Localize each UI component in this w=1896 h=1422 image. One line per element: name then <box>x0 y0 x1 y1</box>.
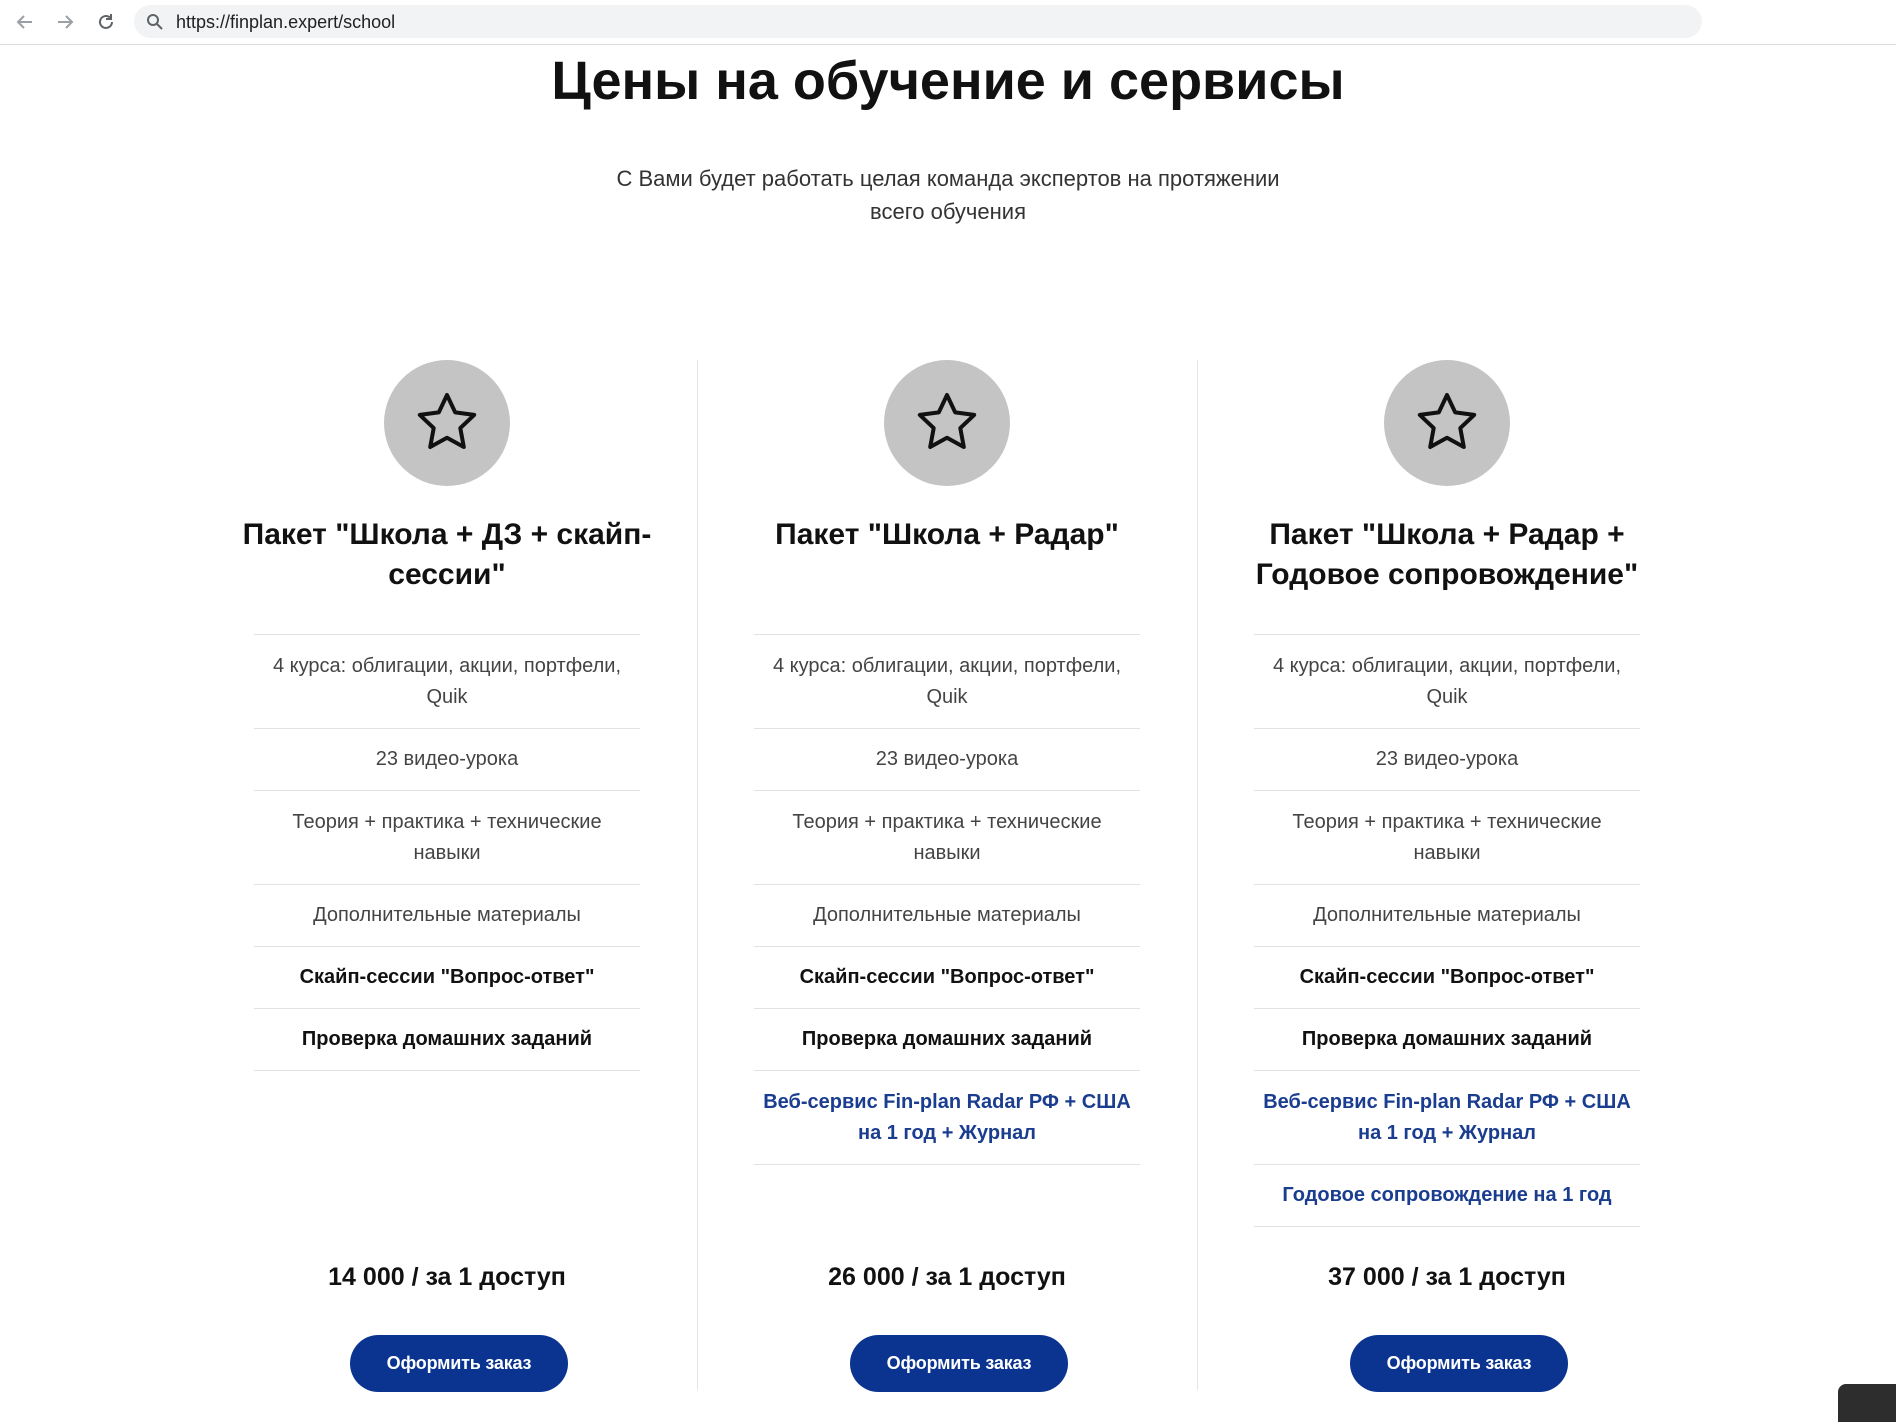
back-button[interactable] <box>11 8 39 36</box>
forward-button[interactable] <box>51 8 79 36</box>
star-icon <box>917 393 977 449</box>
url-text: https://finplan.expert/school <box>176 12 396 32</box>
plan-icon-circle <box>1384 360 1510 486</box>
feature-item-radar-service: Веб-сервис Fin-plan Radar РФ + США на 1 … <box>754 1071 1140 1165</box>
search-icon <box>147 14 163 30</box>
feature-item: Дополнительные материалы <box>1254 885 1640 947</box>
feature-item: Скайп-сессии "Вопрос-ответ" <box>1254 947 1640 1009</box>
feature-item: 23 видео-урока <box>1254 729 1640 791</box>
order-button[interactable]: Оформить заказ <box>850 1335 1068 1392</box>
plan-title: Пакет "Школа + Радар + Годовое сопровожд… <box>1255 518 1639 591</box>
plan-card-school-radar-annual: Пакет "Школа + Радар + Годовое сопровожд… <box>1197 360 1697 1422</box>
feature-item: Теория + практика + технические навыки <box>254 791 640 885</box>
star-icon <box>1417 393 1477 449</box>
page-title: Цены на обучение и сервисы <box>551 51 1345 111</box>
feature-item: 4 курса: облигации, акции, портфели, Qui… <box>1254 635 1640 729</box>
feature-item: Дополнительные материалы <box>254 885 640 947</box>
feature-item: Теория + практика + технические навыки <box>754 791 1140 885</box>
reload-icon <box>99 14 113 29</box>
feature-item: Скайп-сессии "Вопрос-ответ" <box>254 947 640 1009</box>
order-button[interactable]: Оформить заказ <box>350 1335 568 1392</box>
plan-price: 14 000 / за 1 доступ <box>328 1263 566 1291</box>
order-button[interactable]: Оформить заказ <box>1350 1335 1568 1392</box>
plan-title: Пакет "Школа + ДЗ + скайп-сессии" <box>242 518 652 591</box>
feature-item-annual-support: Годовое сопровождение на 1 год <box>1254 1165 1640 1227</box>
feature-item: 4 курса: облигации, акции, портфели, Qui… <box>254 635 640 729</box>
star-icon <box>417 393 477 449</box>
reload-button[interactable] <box>92 8 120 36</box>
feature-item: 4 курса: облигации, акции, портфели, Qui… <box>754 635 1140 729</box>
plan-card-school-homework-skype: Пакет "Школа + ДЗ + скайп-сессии" 4 курс… <box>197 360 697 1422</box>
feature-item: Проверка домашних заданий <box>754 1009 1140 1071</box>
plan-price: 26 000 / за 1 доступ <box>828 1263 1066 1291</box>
feature-list: 4 курса: облигации, акции, портфели, Qui… <box>254 634 640 1071</box>
feature-item: 23 видео-урока <box>754 729 1140 791</box>
plan-price: 37 000 / за 1 доступ <box>1328 1263 1566 1291</box>
plan-icon-circle <box>384 360 510 486</box>
feature-item: Теория + практика + технические навыки <box>1254 791 1640 885</box>
address-bar[interactable]: https://finplan.expert/school <box>134 5 1702 38</box>
feature-item-radar-service: Веб-сервис Fin-plan Radar РФ + США на 1 … <box>1254 1071 1640 1165</box>
feature-item: 23 видео-урока <box>254 729 640 791</box>
chat-widget-tab[interactable] <box>1838 1384 1896 1422</box>
feature-list: 4 курса: облигации, акции, портфели, Qui… <box>754 634 1140 1165</box>
feature-list: 4 курса: облигации, акции, портфели, Qui… <box>1254 634 1640 1227</box>
feature-item: Проверка домашних заданий <box>1254 1009 1640 1071</box>
feature-item: Проверка домашних заданий <box>254 1009 640 1071</box>
arrow-right-icon <box>58 15 74 29</box>
page-subtitle: С Вами будет работать целая команда эксп… <box>616 166 1280 224</box>
feature-item: Скайп-сессии "Вопрос-ответ" <box>754 947 1140 1009</box>
plan-icon-circle <box>884 360 1010 486</box>
feature-item: Дополнительные материалы <box>754 885 1140 947</box>
plan-card-school-radar: Пакет "Школа + Радар" 4 курса: облигации… <box>697 360 1197 1422</box>
plan-title: Пакет "Школа + Радар" <box>775 518 1119 551</box>
arrow-left-icon <box>16 15 32 29</box>
browser-toolbar: https://finplan.expert/school <box>0 0 1896 45</box>
